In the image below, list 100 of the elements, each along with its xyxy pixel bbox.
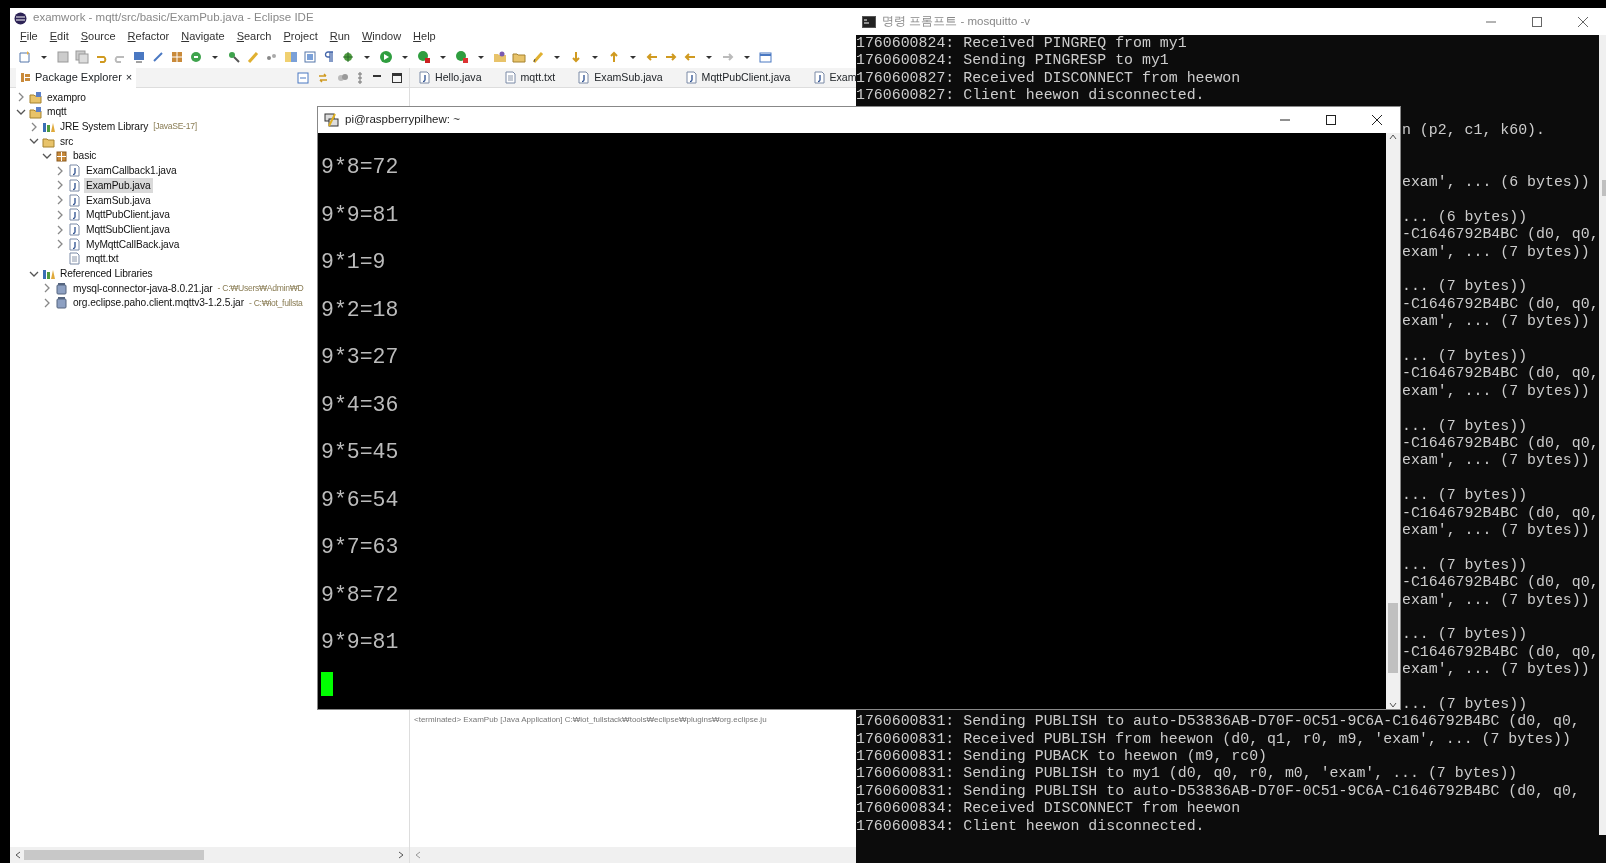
terminal-line: 1760600831: Received PUBLISH from heewon (d0, q1, r0, m9, 'exam', ... (7 bytes)) <box>856 730 1572 748</box>
link-icon[interactable] <box>317 71 329 84</box>
scrollbar-thumb[interactable] <box>24 850 204 860</box>
brush-icon[interactable] <box>246 49 260 64</box>
terminal-line: -C1646792B4BC (d0, q0, <box>1402 295 1599 312</box>
console-icon <box>862 15 876 28</box>
horizontal-scrollbar[interactable] <box>10 847 409 863</box>
key-icon[interactable] <box>227 49 241 64</box>
tree-item[interactable]: ExamPub.java <box>84 177 153 194</box>
run-stop-icon[interactable] <box>417 49 431 64</box>
chevron-right-icon[interactable] <box>42 297 52 308</box>
menu-item[interactable]: Project <box>277 28 324 45</box>
monitor-icon[interactable] <box>132 49 146 64</box>
tree-item[interactable]: basic <box>71 148 99 164</box>
explorer-icon <box>20 72 31 83</box>
scroll-left-icon[interactable] <box>14 851 22 859</box>
scroll-down-icon[interactable] <box>1389 701 1397 709</box>
horizontal-scrollbar[interactable] <box>410 847 856 863</box>
tab-title: Package Explorer <box>35 70 122 86</box>
tree-item[interactable]: mqtt <box>45 104 69 120</box>
menu-item[interactable]: Navigate <box>175 28 231 45</box>
new-file-icon[interactable] <box>18 49 32 64</box>
close-button[interactable]: × <box>125 69 133 86</box>
terminal-line: 9*6=54 <box>321 487 399 512</box>
maximize-icon[interactable] <box>391 71 403 84</box>
tree-item[interactable]: exampro <box>45 89 88 105</box>
window-icon[interactable] <box>759 49 773 64</box>
tree-item[interactable]: mqtt.txt <box>84 251 121 267</box>
editor-tab[interactable]: Exam <box>812 69 856 86</box>
tree-item[interactable]: MqttPubClient.java <box>84 207 172 223</box>
down-icon[interactable] <box>569 49 583 64</box>
java-file-icon <box>684 71 698 84</box>
path-label: - C:₩iot_fullsta <box>249 296 303 310</box>
menu-item[interactable]: Source <box>74 28 122 45</box>
tree-item[interactable]: JRE System Library <box>58 119 151 135</box>
editor-tab[interactable]: MqttPubClient.java <box>684 69 791 86</box>
filter-icon[interactable] <box>337 71 349 84</box>
window-title: pi@raspberrypilhew: ~ <box>345 112 460 128</box>
tree-item[interactable]: mysql-connector-java-8.0.21.jar <box>71 280 215 296</box>
chevron-right-icon[interactable] <box>16 92 26 103</box>
java-file-icon <box>68 208 81 222</box>
tree-item[interactable]: MqttSubClient.java <box>84 221 172 238</box>
save-all-icon[interactable] <box>75 49 89 64</box>
tree-item[interactable]: org.eclipse.paho.client.mqttv3-1.2.5.jar <box>71 295 246 311</box>
folder-icon[interactable] <box>493 49 507 64</box>
pen-icon[interactable] <box>531 49 545 64</box>
scroll-up-icon[interactable] <box>1389 133 1397 141</box>
java-file-icon <box>68 237 81 251</box>
tree-item[interactable]: src <box>58 133 76 150</box>
terminal-line: exam', ... (7 bytes)) <box>1402 452 1590 469</box>
terminal-line: exam', ... (7 bytes)) <box>1402 521 1590 538</box>
editor-tab[interactable]: ExamSub.java <box>577 69 663 86</box>
menu-item[interactable]: Search <box>230 28 278 45</box>
terminal-line: 9*4=36 <box>321 392 399 417</box>
tree-item[interactable]: ExamSub.java <box>84 192 153 208</box>
play-icon[interactable] <box>379 49 393 64</box>
terminal-line: ... (7 bytes)) <box>1402 417 1528 434</box>
scroll-left-icon[interactable] <box>414 851 422 859</box>
collapse-all-icon[interactable] <box>297 71 309 84</box>
tree-item[interactable]: Referenced Libraries <box>58 265 155 282</box>
menu-item[interactable]: File <box>14 28 44 45</box>
scrollbar-thumb[interactable] <box>1388 603 1398 673</box>
save-icon[interactable] <box>56 49 70 64</box>
menu-item[interactable]: Run <box>323 28 356 45</box>
terminal-line: 1760600831: Sending PUBLISH to my1 (d0, q0, r0, m0, 'exam', ... (7 bytes)) <box>856 765 1519 783</box>
project-folder-icon <box>29 90 42 104</box>
chevron-right-icon[interactable] <box>42 283 52 294</box>
terminal-line: -C1646792B4BC (d0, q0, <box>1402 574 1599 591</box>
chevron-right-icon[interactable] <box>55 195 65 206</box>
terminal-line: 1760600827: Client heewon disconnected. <box>856 87 1206 105</box>
scroll-right-icon[interactable] <box>397 851 405 859</box>
menu-item[interactable]: Refactor <box>121 28 176 45</box>
vertical-scrollbar[interactable] <box>1598 35 1606 835</box>
terminal-line: 1760600827: Received DISCONNECT from heewon <box>856 69 1242 88</box>
terminal-line: 9*8=72 <box>321 582 399 607</box>
chevron-right-icon[interactable] <box>29 121 39 132</box>
menu-item[interactable]: Window <box>355 28 408 45</box>
terminal-line: 1760600834: Received DISCONNECT from heewon <box>856 800 1242 818</box>
text-cursor <box>321 671 333 696</box>
editor-tab[interactable]: Hello.java <box>418 69 482 86</box>
chevron-right-icon[interactable] <box>55 165 65 176</box>
editor-tab[interactable]: mqtt.txt <box>503 69 556 86</box>
vertical-scrollbar[interactable] <box>1386 133 1400 709</box>
chevron-right-icon[interactable] <box>55 224 65 235</box>
path-label: - C:₩Users₩Admin₩D <box>217 281 304 295</box>
run-stop-icon[interactable] <box>455 49 469 64</box>
window-title: 명령 프롬프트 - mosquitto -v <box>882 13 1031 29</box>
menu-item[interactable]: Edit <box>43 28 75 45</box>
package-icon[interactable] <box>170 49 184 64</box>
chevron-right-icon[interactable] <box>55 209 65 220</box>
explorer-tab[interactable]: Package Explorer × <box>16 67 137 88</box>
chevron-right-icon[interactable] <box>55 239 65 250</box>
terminal-line: n (p2, c1, k60). <box>1402 121 1545 138</box>
kebab-menu-icon[interactable] <box>357 71 363 84</box>
pilcrow-icon[interactable] <box>322 49 336 64</box>
chevron-right-icon[interactable] <box>55 180 65 191</box>
tree-item[interactable]: MyMqttCallBack.java <box>84 236 182 252</box>
tree-item[interactable]: ExamCallback1.java <box>84 163 179 179</box>
terminal-line: -C1646792B4BC (d0, q0, <box>1402 365 1599 382</box>
menu-item[interactable]: Help <box>407 28 442 45</box>
